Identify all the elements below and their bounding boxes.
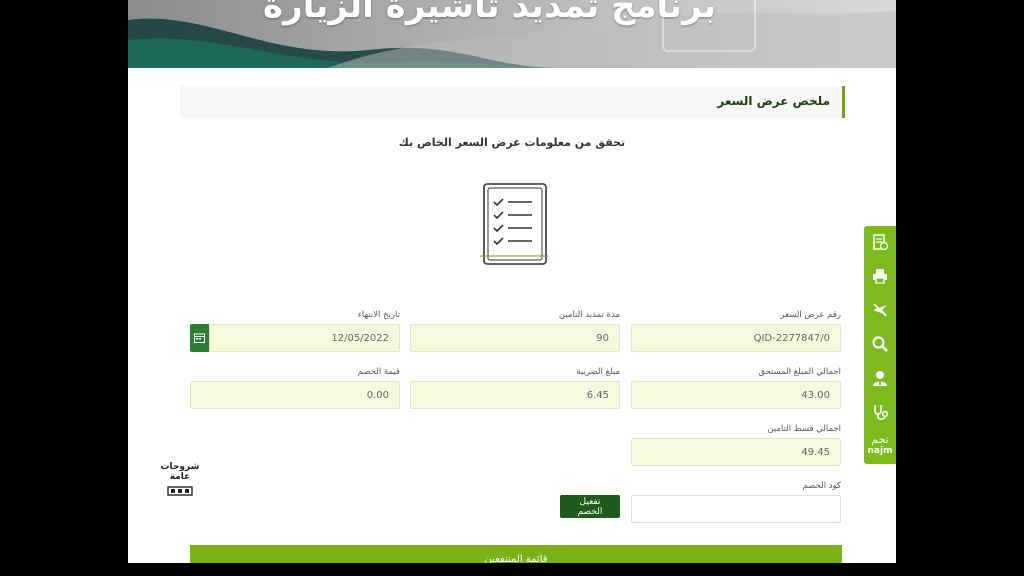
najm-arabic-label: نجم	[871, 433, 889, 446]
end-date-label: تاريخ الانتهاء	[357, 310, 400, 320]
video-guide-icon	[167, 486, 193, 496]
discount-value-label: قيمة الخصم	[357, 367, 400, 377]
general-guides-line1: شروحات	[160, 462, 200, 472]
calendar-icon	[194, 333, 205, 343]
calendar-button[interactable]	[190, 324, 209, 352]
beneficiaries-label: قائمة المنتفعين	[484, 554, 548, 563]
sidebar-print-button[interactable]	[864, 260, 896, 294]
sidebar-search-button[interactable]	[864, 328, 896, 362]
document-icon	[873, 234, 889, 251]
page-title: برنامج تمديد تأشيرة الزيارة	[263, 0, 716, 26]
najm-logo-button[interactable]: نجم najm	[864, 430, 896, 464]
extension-period-field[interactable]: 90	[410, 324, 620, 352]
stethoscope-icon	[874, 405, 889, 420]
search-icon	[872, 336, 888, 352]
total-due-label: اجمالي المبلغ المستحق	[758, 367, 841, 377]
activate-discount-button[interactable]: تفعيل الخصم	[560, 495, 620, 518]
discount-code-input[interactable]	[631, 495, 841, 523]
quick-actions-sidebar: نجم najm	[864, 226, 896, 464]
doctor-icon	[873, 371, 887, 386]
tax-amount-field[interactable]: 6.45	[410, 381, 620, 409]
general-guides-link[interactable]: شروحات عامة	[160, 462, 200, 498]
total-due-field[interactable]: 43.00	[631, 381, 841, 409]
tax-amount-label: مبلغ الضريبة	[576, 367, 620, 377]
subtitle: تحقق من معلومات عرض السعر الخاص بك	[398, 136, 626, 149]
header-banner: برنامج تمديد تأشيرة الزيارة	[128, 0, 896, 68]
total-premium-label: اجمالي قسط التامين	[767, 424, 841, 434]
discount-value-field[interactable]: 0.00	[190, 381, 400, 409]
sidebar-medical-button[interactable]	[864, 396, 896, 430]
section-title: ملخص عرض السعر	[717, 94, 830, 108]
section-header: ملخص عرض السعر	[180, 86, 845, 118]
discount-code-label: كود الخصم	[802, 481, 841, 491]
printer-icon	[873, 269, 887, 284]
checklist-icon	[480, 183, 548, 265]
sidebar-travel-button[interactable]	[864, 294, 896, 328]
extension-period-label: مدة تمديد التامين	[558, 310, 620, 320]
total-premium-field[interactable]: 49.45	[631, 438, 841, 466]
quote-number-field[interactable]: QID-2277847/0	[631, 324, 841, 352]
quote-number-label: رقم عرض السعر	[780, 310, 841, 320]
plane-icon	[873, 303, 887, 317]
sidebar-doctor-button[interactable]	[864, 362, 896, 396]
general-guides-line2: عامة	[169, 472, 191, 482]
najm-english-label: najm	[867, 446, 893, 456]
end-date-field[interactable]: 12/05/2022	[209, 324, 400, 352]
sidebar-document-button[interactable]	[864, 226, 896, 260]
beneficiaries-header[interactable]: قائمة المنتفعين	[190, 545, 842, 563]
page: برنامج تمديد تأشيرة الزيارة ملخص عرض الس…	[128, 0, 896, 563]
